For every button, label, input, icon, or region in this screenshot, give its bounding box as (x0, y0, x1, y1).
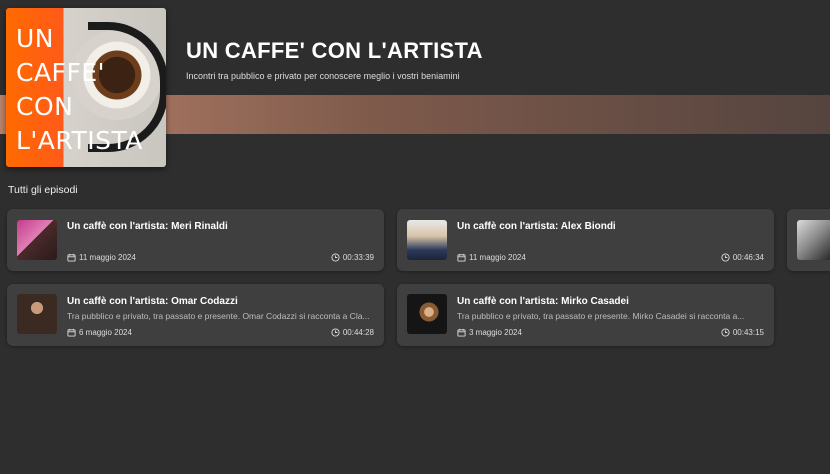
episode-date-text: 6 maggio 2024 (79, 328, 132, 337)
episode-duration: 00:43:15 (721, 328, 764, 337)
episode-thumbnail (797, 220, 830, 260)
clock-icon (721, 253, 730, 262)
episode-duration: 00:44:28 (331, 328, 374, 337)
podcast-title: UN CAFFE' CON L'ARTISTA (186, 38, 483, 63)
episode-card[interactable]: Un caffè con l'artista: Alex Biondi 11 m… (397, 209, 774, 271)
episode-duration-text: 00:46:34 (732, 253, 764, 262)
episode-card[interactable]: Un caffè con l'artista: Omar Codazzi Tra… (7, 284, 384, 346)
episodes-section-label: Tutti gli episodi (8, 184, 78, 196)
podcast-subtitle: Incontri tra pubblico e privato per cono… (186, 71, 460, 81)
episode-thumbnail (17, 294, 57, 334)
calendar-icon (67, 328, 76, 337)
episode-date-text: 11 maggio 2024 (79, 253, 136, 262)
episode-thumbnail (407, 294, 447, 334)
episode-thumbnail (407, 220, 447, 260)
clock-icon (331, 328, 340, 337)
episode-date-text: 3 maggio 2024 (469, 328, 522, 337)
podcast-cover: UN CAFFE' CON L'ARTISTA (6, 8, 166, 167)
calendar-icon (457, 328, 466, 337)
episode-duration-text: 00:43:15 (732, 328, 764, 337)
episode-description: Tra pubblico e privato, tra passato e pr… (67, 311, 370, 321)
clock-icon (331, 253, 340, 262)
episode-date-text: 11 maggio 2024 (469, 253, 526, 262)
episode-duration-text: 00:44:28 (342, 328, 374, 337)
episode-date: 6 maggio 2024 (67, 328, 132, 337)
cover-title: UN CAFFE' CON L'ARTISTA (16, 24, 143, 155)
episode-thumbnail (17, 220, 57, 260)
episode-title: Un caffè con l'artista: Omar Codazzi (67, 296, 238, 307)
episode-card[interactable]: Un caffè con l'artista: Mirko Casadei Tr… (397, 284, 774, 346)
episode-duration: 00:46:34 (721, 253, 764, 262)
episode-date: 3 maggio 2024 (457, 328, 522, 337)
episode-duration-text: 00:33:39 (342, 253, 374, 262)
episode-date: 11 maggio 2024 (457, 253, 526, 262)
episode-description: Tra pubblico e privato, tra passato e pr… (457, 311, 745, 321)
episode-title: Un caffè con l'artista: Mirko Casadei (457, 296, 629, 307)
episode-card[interactable]: Un caffè con l'artista: Meri Rinaldi 11 … (7, 209, 384, 271)
clock-icon (721, 328, 730, 337)
episode-card-partial[interactable] (787, 209, 830, 271)
episode-duration: 00:33:39 (331, 253, 374, 262)
calendar-icon (457, 253, 466, 262)
episode-title: Un caffè con l'artista: Alex Biondi (457, 221, 616, 232)
episode-date: 11 maggio 2024 (67, 253, 136, 262)
calendar-icon (67, 253, 76, 262)
episode-title: Un caffè con l'artista: Meri Rinaldi (67, 221, 228, 232)
